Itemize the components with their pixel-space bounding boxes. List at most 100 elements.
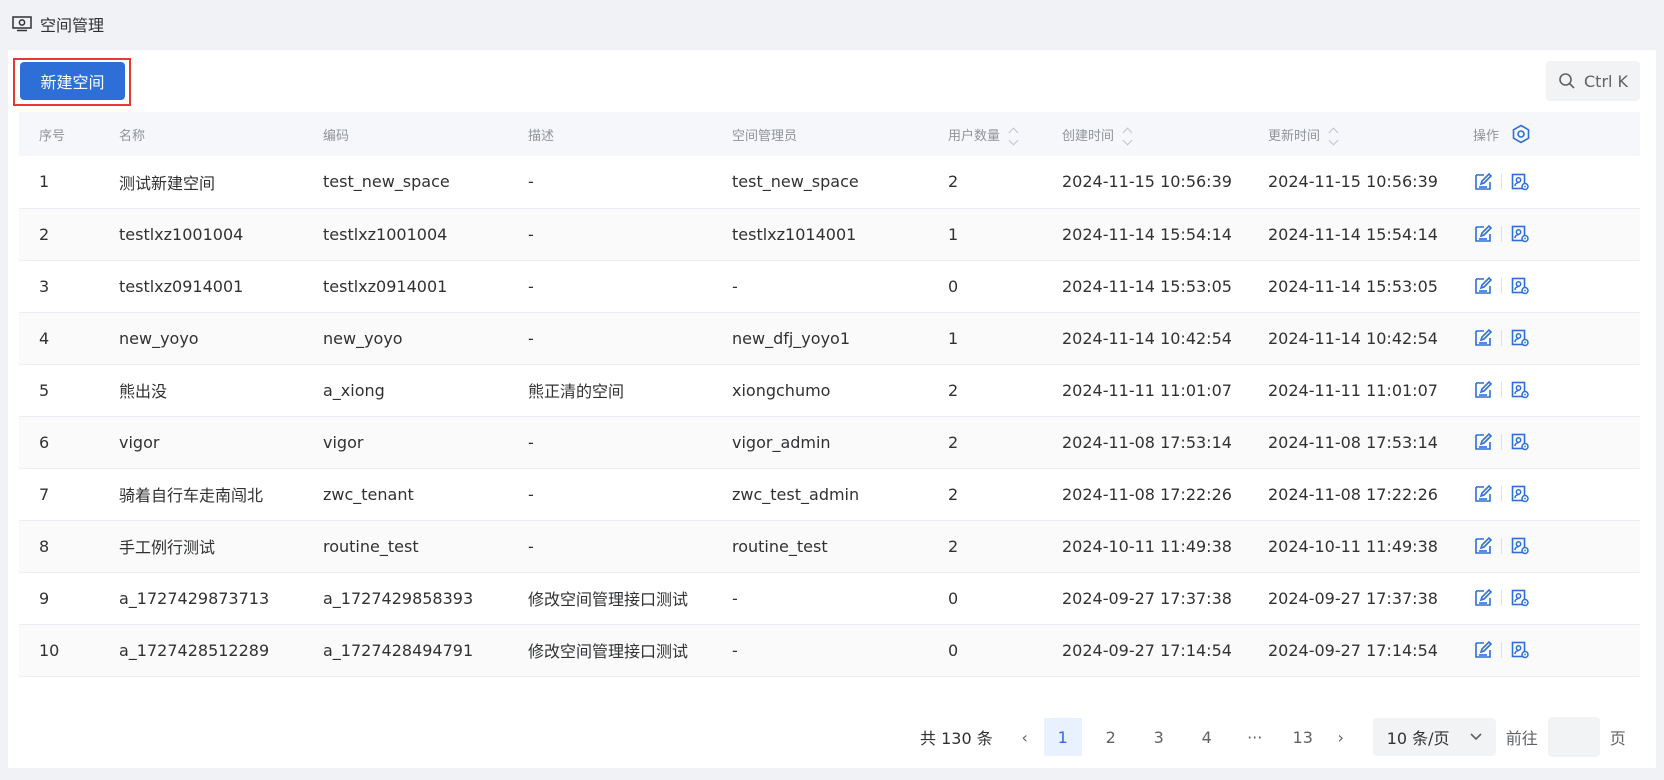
cell-index: 1 bbox=[39, 172, 50, 192]
row-actions bbox=[1473, 380, 1640, 400]
table-row: 9 a_1727429873713 a_1727429858393 修改空间管理接口测… bbox=[19, 572, 1640, 624]
cell-index: 7 bbox=[39, 484, 50, 504]
edit-icon[interactable] bbox=[1473, 328, 1493, 348]
edit-icon[interactable] bbox=[1473, 536, 1493, 556]
search-icon bbox=[1559, 73, 1575, 89]
table-row: 8 手工例行测试 routine_test - routine_test 2 2024-10… bbox=[19, 520, 1640, 572]
column-header-name: 名称 bbox=[119, 128, 146, 144]
edit-icon[interactable] bbox=[1473, 640, 1493, 660]
member-settings-icon[interactable] bbox=[1510, 328, 1530, 348]
cell-actions bbox=[1453, 156, 1640, 208]
goto-page-input[interactable] bbox=[1547, 717, 1600, 757]
cell-name: a_1727428512289 bbox=[119, 640, 270, 660]
member-settings-icon[interactable] bbox=[1510, 276, 1530, 296]
column-header-created[interactable]: 创建时间 bbox=[1042, 112, 1248, 156]
cell-index: 2 bbox=[39, 224, 50, 244]
cell-code: a_1727428494791 bbox=[323, 640, 474, 660]
member-settings-icon[interactable] bbox=[1510, 484, 1530, 504]
cell-actions bbox=[1453, 468, 1640, 520]
cell-actions bbox=[1453, 364, 1640, 416]
search-button[interactable]: Ctrl K bbox=[1546, 61, 1640, 101]
edit-icon[interactable] bbox=[1473, 432, 1493, 452]
member-settings-icon[interactable] bbox=[1510, 172, 1530, 192]
column-header-description: 描述 bbox=[528, 128, 555, 144]
sort-icon[interactable] bbox=[1328, 127, 1339, 145]
divider bbox=[1501, 486, 1502, 502]
page-size-select[interactable]: 10 条/页 bbox=[1372, 718, 1496, 756]
cell-user-count: 1 bbox=[948, 224, 959, 244]
sort-icon[interactable] bbox=[1008, 127, 1019, 145]
chevron-down-icon bbox=[1470, 733, 1482, 741]
cell-created-time: 2024-09-27 17:37:38 bbox=[1062, 588, 1232, 608]
page-2[interactable]: 2 bbox=[1092, 718, 1130, 756]
new-space-button[interactable]: 新建空间 bbox=[20, 62, 125, 100]
member-settings-icon[interactable] bbox=[1510, 640, 1530, 660]
member-settings-icon[interactable] bbox=[1510, 536, 1530, 556]
column-header-user-count[interactable]: 用户数量 bbox=[928, 112, 1042, 156]
cell-description: - bbox=[528, 276, 534, 296]
cell-index: 4 bbox=[39, 328, 50, 348]
edit-icon[interactable] bbox=[1473, 224, 1493, 244]
cell-index: 8 bbox=[39, 536, 50, 556]
cell-actions bbox=[1453, 208, 1640, 260]
cell-name: 测试新建空间 bbox=[119, 173, 216, 193]
cell-index: 5 bbox=[39, 380, 50, 400]
cell-name: 骑着自行车走南闯北 bbox=[119, 486, 264, 505]
cell-updated-time: 2024-11-11 11:01:07 bbox=[1268, 380, 1438, 400]
cell-user-count: 2 bbox=[948, 380, 959, 400]
cell-admin: new_dfj_yoyo1 bbox=[732, 328, 850, 348]
divider bbox=[1501, 590, 1502, 606]
cell-code: a_xiong bbox=[323, 380, 385, 400]
cell-updated-time: 2024-11-14 15:54:14 bbox=[1268, 224, 1438, 244]
edit-icon[interactable] bbox=[1473, 172, 1493, 192]
divider bbox=[1501, 434, 1502, 450]
cell-name: vigor bbox=[119, 432, 160, 452]
member-settings-icon[interactable] bbox=[1510, 588, 1530, 608]
cell-index: 10 bbox=[39, 640, 60, 660]
cell-code: vigor bbox=[323, 432, 364, 452]
table-row: 1 测试新建空间 test_new_space - test_new_space 2 202… bbox=[19, 156, 1640, 208]
edit-icon[interactable] bbox=[1473, 276, 1493, 296]
page-3[interactable]: 3 bbox=[1140, 718, 1178, 756]
edit-icon[interactable] bbox=[1473, 588, 1493, 608]
column-header-updated[interactable]: 更新时间 bbox=[1248, 112, 1453, 156]
total-count: 共 130 条 bbox=[920, 729, 993, 748]
more-pages[interactable]: ··· bbox=[1236, 718, 1274, 756]
cell-updated-time: 2024-11-15 10:56:39 bbox=[1268, 172, 1438, 192]
cell-user-count: 2 bbox=[948, 432, 959, 452]
cell-description: - bbox=[528, 172, 534, 192]
cell-created-time: 2024-10-11 11:49:38 bbox=[1062, 536, 1232, 556]
page-title: 空间管理 bbox=[40, 16, 105, 35]
page-header: 空间管理 bbox=[12, 12, 104, 36]
edit-icon[interactable] bbox=[1473, 380, 1493, 400]
user-count-header-label: 用户数量 bbox=[948, 128, 1001, 144]
page-13[interactable]: 13 bbox=[1284, 718, 1322, 756]
pagination: 共 130 条 ‹ 1 2 3 4 ··· 13 › 10 条/页 前往 页 bbox=[920, 717, 1626, 757]
table-row: 3 testlxz0914001 testlxz0914001 - - 0 2024-11-… bbox=[19, 260, 1640, 312]
cell-code: zwc_tenant bbox=[323, 484, 414, 504]
cell-name: testlxz1001004 bbox=[119, 224, 244, 244]
column-header-index: 序号 bbox=[39, 128, 66, 144]
member-settings-icon[interactable] bbox=[1510, 432, 1530, 452]
cell-description: - bbox=[528, 536, 534, 556]
cell-updated-time: 2024-10-11 11:49:38 bbox=[1268, 536, 1438, 556]
divider bbox=[1501, 330, 1502, 346]
page-4[interactable]: 4 bbox=[1188, 718, 1226, 756]
column-header-actions: 操作 bbox=[1453, 112, 1640, 156]
member-settings-icon[interactable] bbox=[1510, 224, 1530, 244]
member-settings-icon[interactable] bbox=[1510, 380, 1530, 400]
cell-admin: - bbox=[732, 640, 738, 660]
edit-icon[interactable] bbox=[1473, 484, 1493, 504]
row-actions bbox=[1473, 588, 1640, 608]
prev-page-icon[interactable]: ‹ bbox=[1011, 728, 1039, 747]
cell-name: testlxz0914001 bbox=[119, 276, 244, 296]
cell-created-time: 2024-11-14 10:42:54 bbox=[1062, 328, 1232, 348]
sort-icon[interactable] bbox=[1122, 127, 1133, 145]
cell-name: 手工例行测试 bbox=[119, 538, 216, 557]
page-1[interactable]: 1 bbox=[1043, 718, 1082, 756]
cell-code: test_new_space bbox=[323, 172, 450, 192]
cell-updated-time: 2024-11-14 10:42:54 bbox=[1268, 328, 1438, 348]
row-actions bbox=[1473, 640, 1640, 660]
next-page-icon[interactable]: › bbox=[1327, 728, 1355, 747]
column-settings-icon[interactable] bbox=[1511, 124, 1531, 144]
